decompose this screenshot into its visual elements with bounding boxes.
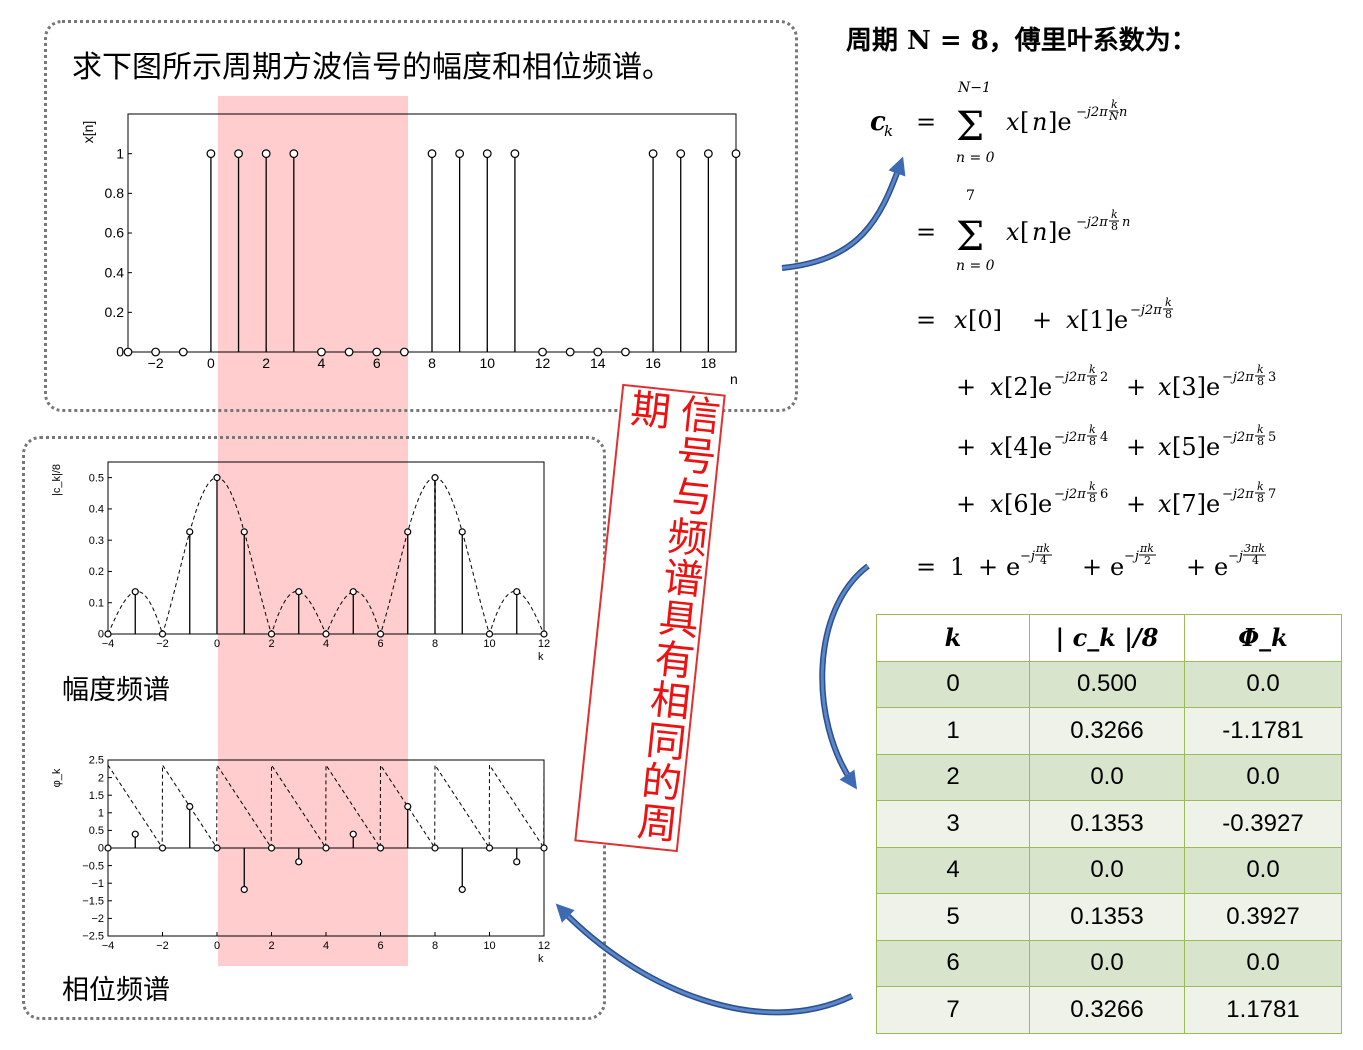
cell-k: 1 <box>876 707 1030 755</box>
cell-magnitude: 0.0 <box>1029 939 1185 987</box>
cell-phase: -1.1781 <box>1184 707 1342 755</box>
arrow-to-table <box>819 563 870 784</box>
cell-phase: -0.3927 <box>1184 800 1342 848</box>
arrow-to-phase <box>559 907 854 1016</box>
cell-k: 2 <box>876 753 1030 801</box>
cell-phase: 0.0 <box>1184 753 1342 801</box>
table-row: 1 0.3266 -1.1781 <box>876 707 1342 755</box>
cell-magnitude: 0.500 <box>1029 660 1185 708</box>
header-magnitude: | c_k |/8 <box>1029 614 1185 662</box>
table-row: 3 0.1353 -0.3927 <box>876 800 1342 848</box>
cell-magnitude: 0.1353 <box>1029 800 1185 848</box>
cell-magnitude: 0.0 <box>1029 846 1185 894</box>
table-row: 0 0.500 0.0 <box>876 660 1342 708</box>
cell-magnitude: 0.1353 <box>1029 893 1185 941</box>
cell-magnitude: 0.3266 <box>1029 986 1185 1034</box>
cell-k: 5 <box>876 893 1030 941</box>
header-phase: Φ_k <box>1184 614 1342 662</box>
cell-phase: 0.3927 <box>1184 893 1342 941</box>
cell-phase: 0.0 <box>1184 660 1342 708</box>
table-row: 2 0.0 0.0 <box>876 753 1342 801</box>
header-k: k <box>876 614 1030 662</box>
cell-k: 3 <box>876 800 1030 848</box>
cell-k: 7 <box>876 986 1030 1034</box>
cell-phase: 0.0 <box>1184 939 1342 987</box>
cell-magnitude: 0.0 <box>1029 753 1185 801</box>
cell-phase: 0.0 <box>1184 846 1342 894</box>
table-row: 7 0.3266 1.1781 <box>876 986 1342 1034</box>
cell-k: 4 <box>876 846 1030 894</box>
table-row: 4 0.0 0.0 <box>876 846 1342 894</box>
cell-k: 6 <box>876 939 1030 987</box>
cell-phase: 1.1781 <box>1184 986 1342 1034</box>
table-row: 5 0.1353 0.3927 <box>876 893 1342 941</box>
table-header-row: k | c_k |/8 Φ_k <box>876 614 1342 662</box>
cell-k: 0 <box>876 660 1030 708</box>
coefficient-table: k | c_k |/8 Φ_k 0 0.500 0.0 1 0.3266 -1.1781 2… <box>876 614 1342 1034</box>
cell-magnitude: 0.3266 <box>1029 707 1185 755</box>
table-row: 6 0.0 0.0 <box>876 939 1342 987</box>
